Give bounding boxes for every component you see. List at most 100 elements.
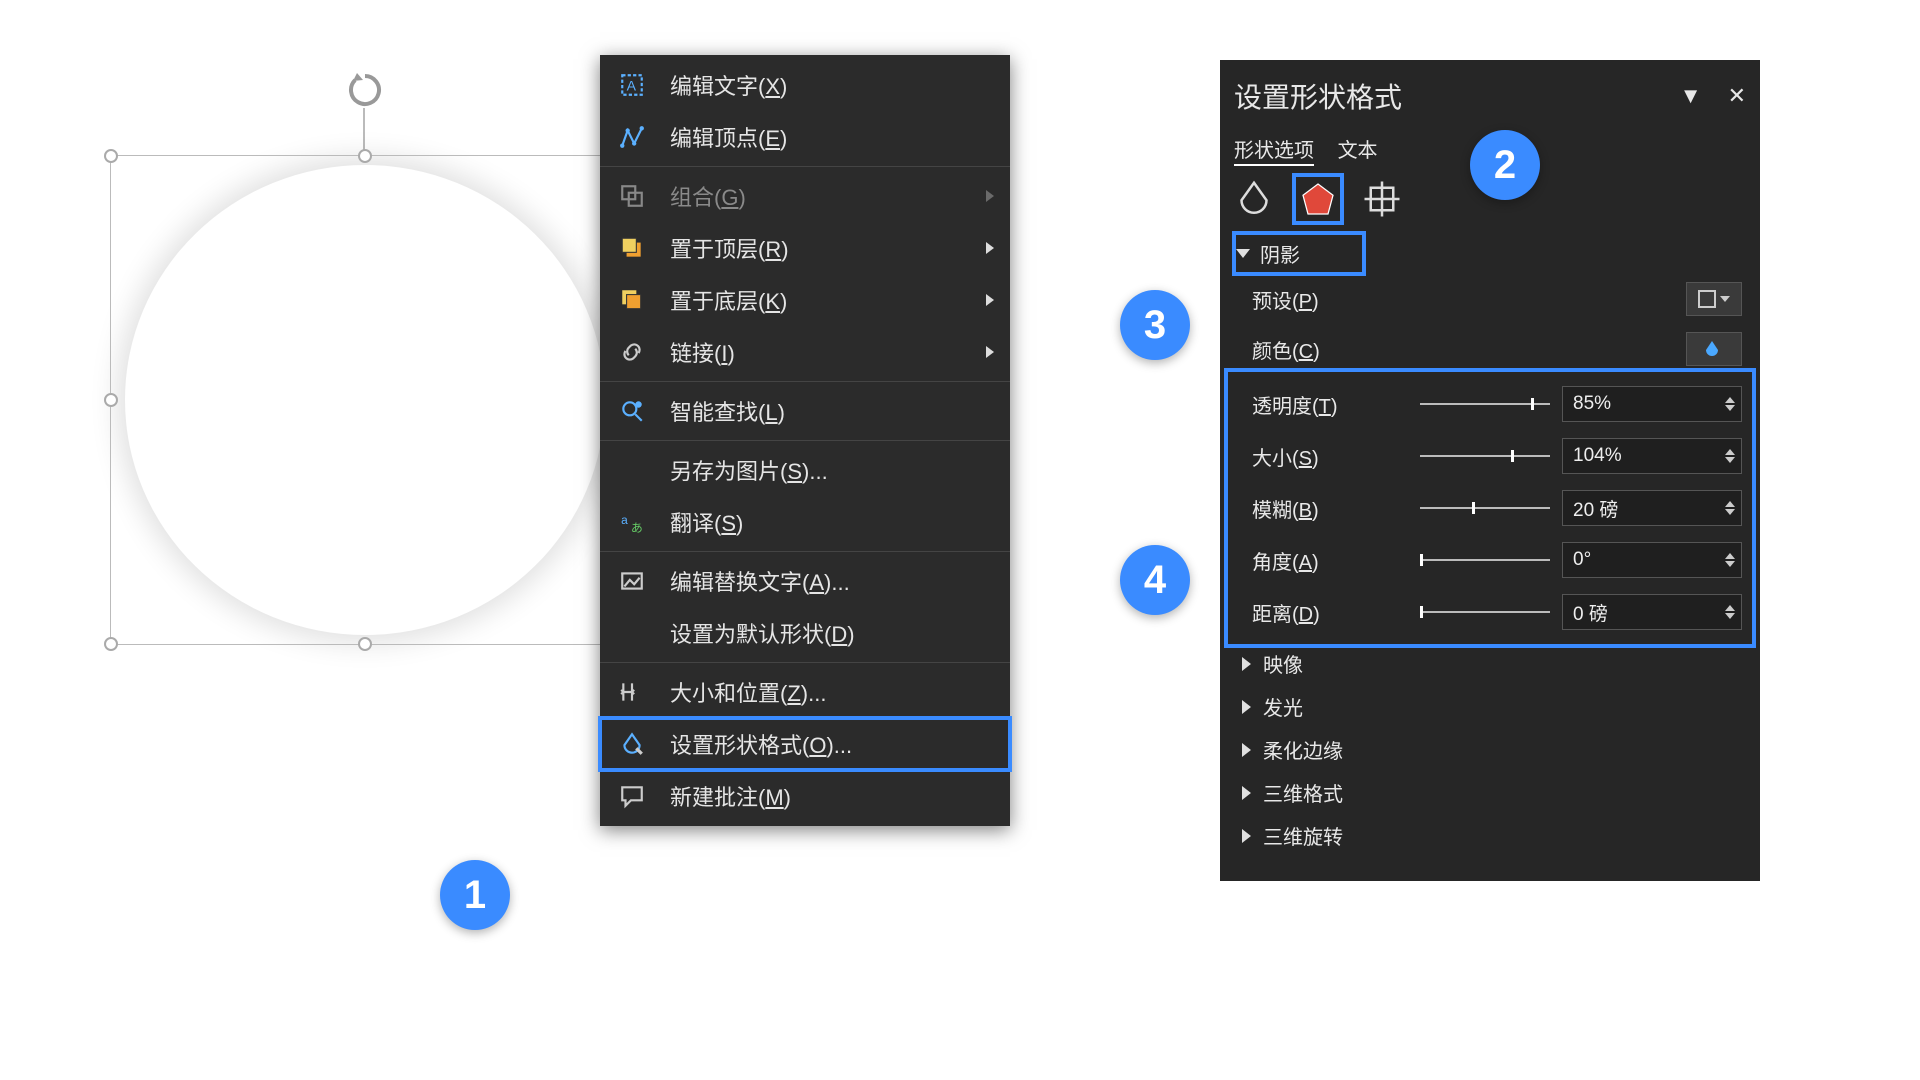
tab-shape-options[interactable]: 形状选项 xyxy=(1234,140,1314,166)
menu-item[interactable]: 链接(I) xyxy=(600,326,1010,378)
preset-dropdown[interactable] xyxy=(1686,282,1742,316)
menu-item-label: 新建批注(M) xyxy=(670,780,791,812)
row-color: 颜色(C) xyxy=(1234,324,1746,374)
resize-handle[interactable] xyxy=(104,149,118,163)
blur-slider[interactable] xyxy=(1420,498,1550,518)
submenu-arrow-icon xyxy=(986,190,994,202)
menu-item-label: 编辑顶点(E) xyxy=(670,121,787,153)
row-angle: 角度(A) 0° xyxy=(1234,534,1746,586)
section-header[interactable]: 发光 xyxy=(1234,685,1746,728)
chevron-down-icon xyxy=(1236,249,1250,258)
size-input[interactable]: 104% xyxy=(1562,438,1742,474)
section-label: 柔化边缘 xyxy=(1263,735,1343,764)
menu-item[interactable]: aあ翻译(S) xyxy=(600,496,1010,548)
pane-title: 设置形状格式 xyxy=(1234,76,1402,116)
blur-input[interactable]: 20 磅 xyxy=(1562,490,1742,526)
menu-item-label: 设置形状格式(O)... xyxy=(670,728,852,760)
chevron-right-icon xyxy=(1242,786,1251,800)
tab-text-options[interactable]: 文本 xyxy=(1338,140,1378,162)
callout-badge-2: 2 xyxy=(1470,130,1540,200)
selection-bounding-box xyxy=(110,155,620,645)
menu-item-label: 大小和位置(Z)... xyxy=(670,676,826,708)
group-icon xyxy=(614,178,650,214)
effects-category-icon[interactable] xyxy=(1298,179,1338,219)
menu-item: 组合(G) xyxy=(600,170,1010,222)
resize-handle[interactable] xyxy=(358,149,372,163)
svg-text:a: a xyxy=(621,513,628,527)
new-comment-icon xyxy=(614,778,650,814)
section-label: 映像 xyxy=(1263,649,1303,678)
menu-item[interactable]: A 编辑文字(X) xyxy=(600,59,1010,111)
menu-item[interactable]: 大小和位置(Z)... xyxy=(600,666,1010,718)
section-label: 发光 xyxy=(1263,692,1303,721)
menu-item[interactable]: 置于顶层(R) xyxy=(600,222,1010,274)
callout-badge-3: 3 xyxy=(1120,290,1190,360)
row-blur: 模糊(B) 20 磅 xyxy=(1234,482,1746,534)
blank-icon xyxy=(614,615,650,651)
row-distance: 距离(D) 0 磅 xyxy=(1234,586,1746,638)
shadow-settings-group: 透明度(T) 85% 大小(S) 104% 模糊(B) 20 磅 角度(A) xyxy=(1230,374,1750,642)
submenu-arrow-icon xyxy=(986,242,994,254)
menu-item[interactable]: 编辑替换文字(A)... xyxy=(600,555,1010,607)
fill-line-category-icon[interactable] xyxy=(1234,179,1274,219)
link-icon xyxy=(614,334,650,370)
menu-item-label: 编辑文字(X) xyxy=(670,69,787,101)
section-label: 三维旋转 xyxy=(1263,821,1343,850)
section-header[interactable]: 三维格式 xyxy=(1234,771,1746,814)
smart-lookup-icon xyxy=(614,393,650,429)
callout-badge-1: 1 xyxy=(440,860,510,930)
close-icon[interactable]: ✕ xyxy=(1728,83,1746,109)
alt-text-icon xyxy=(614,563,650,599)
size-position-icon xyxy=(614,674,650,710)
menu-item[interactable]: 设置为默认形状(D) xyxy=(600,607,1010,659)
menu-item[interactable]: 新建批注(M) xyxy=(600,770,1010,822)
chevron-right-icon xyxy=(1242,700,1251,714)
send-back-icon xyxy=(614,282,650,318)
resize-handle[interactable] xyxy=(358,637,372,651)
angle-slider[interactable] xyxy=(1420,550,1550,570)
svg-text:A: A xyxy=(627,77,637,93)
menu-item[interactable]: 智能查找(L) xyxy=(600,385,1010,437)
section-header[interactable]: 映像 xyxy=(1234,642,1746,685)
canvas xyxy=(90,70,610,650)
row-size: 大小(S) 104% xyxy=(1234,430,1746,482)
resize-handle[interactable] xyxy=(104,393,118,407)
menu-item-label: 智能查找(L) xyxy=(670,395,785,427)
section-header[interactable]: 三维旋转 xyxy=(1234,814,1746,857)
menu-item-label: 另存为图片(S)... xyxy=(670,454,828,486)
section-header[interactable]: 柔化边缘 xyxy=(1234,728,1746,771)
edit-points-icon xyxy=(614,119,650,155)
distance-input[interactable]: 0 磅 xyxy=(1562,594,1742,630)
chevron-right-icon xyxy=(1242,657,1251,671)
menu-item-label: 置于底层(K) xyxy=(670,284,787,316)
menu-item-label: 组合(G) xyxy=(670,180,746,212)
blank-icon xyxy=(614,452,650,488)
distance-slider[interactable] xyxy=(1420,602,1550,622)
row-transparency: 透明度(T) 85% xyxy=(1234,378,1746,430)
chevron-right-icon xyxy=(1242,743,1251,757)
pane-menu-caret-icon[interactable]: ▼ xyxy=(1680,83,1702,109)
submenu-arrow-icon xyxy=(986,346,994,358)
transparency-slider[interactable] xyxy=(1420,394,1550,414)
menu-item[interactable]: 另存为图片(S)... xyxy=(600,444,1010,496)
submenu-arrow-icon xyxy=(986,294,994,306)
menu-item-label: 编辑替换文字(A)... xyxy=(670,565,850,597)
menu-item[interactable]: 置于底层(K) xyxy=(600,274,1010,326)
size-properties-category-icon[interactable] xyxy=(1362,179,1402,219)
resize-handle[interactable] xyxy=(104,637,118,651)
section-shadow-header[interactable]: 阴影 xyxy=(1234,233,1364,274)
color-dropdown[interactable] xyxy=(1686,332,1742,366)
angle-input[interactable]: 0° xyxy=(1562,542,1742,578)
size-slider[interactable] xyxy=(1420,446,1550,466)
menu-item[interactable]: 设置形状格式(O)... xyxy=(600,718,1010,770)
svg-text:あ: あ xyxy=(631,521,643,535)
context-menu: A 编辑文字(X) 编辑顶点(E) 组合(G) 置于顶层(R) 置于底层(K) 链接(I) 智… xyxy=(600,55,1010,826)
transparency-input[interactable]: 85% xyxy=(1562,386,1742,422)
translate-icon: aあ xyxy=(614,504,650,540)
row-preset: 预设(P) xyxy=(1234,274,1746,324)
edit-text-icon: A xyxy=(614,67,650,103)
bring-front-icon xyxy=(614,230,650,266)
menu-item-label: 翻译(S) xyxy=(670,506,743,538)
rotate-handle-icon[interactable] xyxy=(345,70,385,110)
menu-item[interactable]: 编辑顶点(E) xyxy=(600,111,1010,163)
